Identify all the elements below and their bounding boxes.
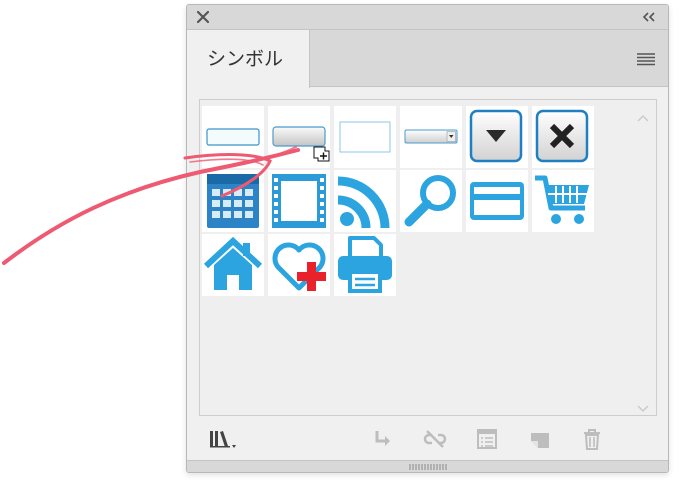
symbol-options-icon[interactable] [475,427,499,451]
symbols-panel: シンボル [186,4,669,473]
close-icon[interactable] [195,9,211,25]
stage: シンボル [0,0,680,484]
chevron-up-icon[interactable] [636,108,650,122]
calendar-symbol[interactable] [202,170,264,232]
grip-lines-icon[interactable] [409,464,449,470]
chevron-down-icon[interactable] [636,399,650,412]
rss-feed-symbol[interactable] [334,170,396,232]
trash-icon[interactable] [580,427,604,451]
resize-grip[interactable] [187,460,668,472]
text-field-symbol[interactable] [334,106,396,168]
symbol-library-menu-icon[interactable] [209,427,241,451]
panel-footer [187,417,668,461]
heart-plus-symbol[interactable] [268,234,330,296]
dropdown-select-symbol[interactable] [400,106,462,168]
button-flat-symbol[interactable] [202,106,264,168]
close-x-button-symbol[interactable] [532,106,594,168]
tab-symbols[interactable]: シンボル [187,30,310,88]
place-symbol-instance-icon[interactable] [371,427,395,451]
break-link-icon[interactable] [423,427,447,451]
double-chevron-left-icon[interactable] [640,9,658,25]
dropdown-arrow-button-symbol[interactable] [466,106,528,168]
drag-add-cursor-icon [313,146,331,162]
hamburger-menu-icon[interactable] [636,51,656,67]
printer-symbol[interactable] [334,234,396,296]
film-strip-symbol[interactable] [268,170,330,232]
symbol-library-area [199,99,657,416]
home-symbol[interactable] [202,234,264,296]
new-symbol-icon[interactable] [528,427,552,451]
tab-row: シンボル [187,30,668,88]
magnifier-symbol[interactable] [400,170,462,232]
panel-titlebar[interactable] [187,5,668,30]
credit-card-symbol[interactable] [466,170,528,232]
shopping-cart-symbol[interactable] [532,170,594,232]
